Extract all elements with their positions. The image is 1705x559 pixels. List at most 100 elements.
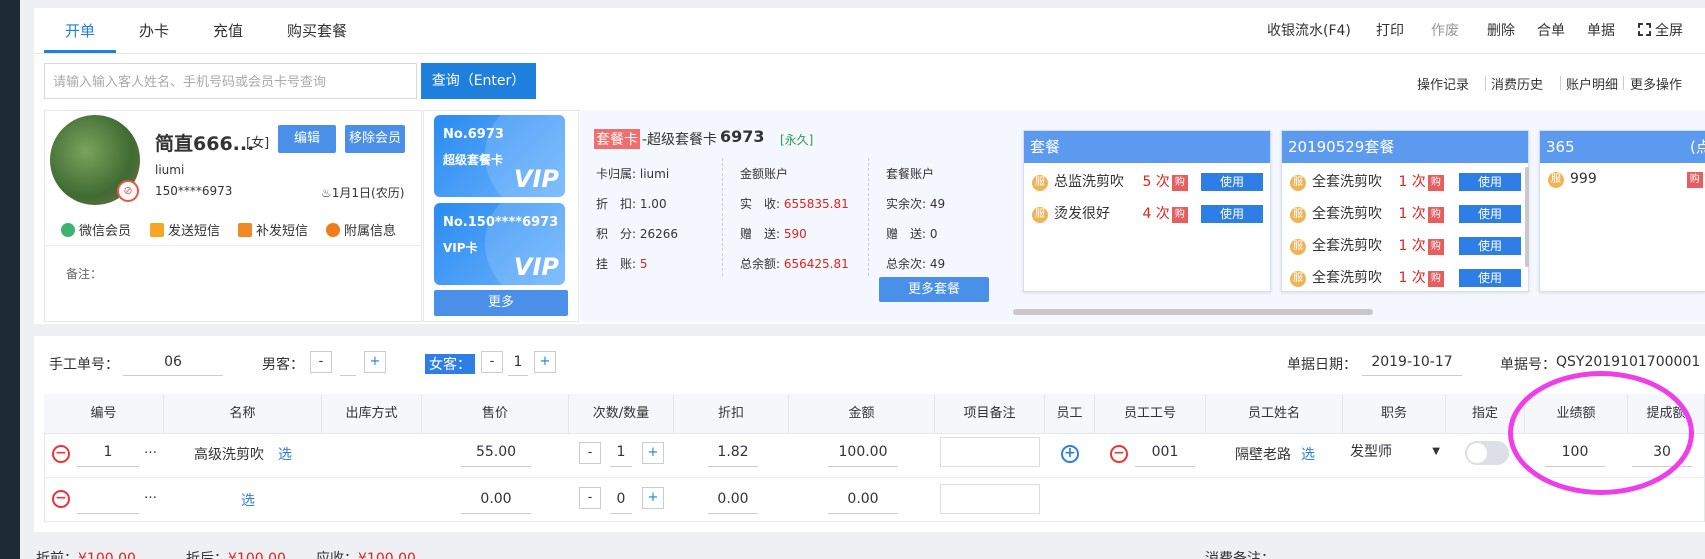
card-tag: 套餐卡: [594, 129, 640, 149]
male-increment-button[interactable]: +: [364, 351, 386, 373]
credit-value: 5: [639, 257, 648, 271]
member-gender: [女]: [246, 136, 270, 151]
use-button[interactable]: 使用: [1201, 205, 1263, 223]
item-note-input[interactable]: [940, 437, 1040, 467]
search-input[interactable]: [44, 63, 417, 99]
search-button[interactable]: 查询（Enter）: [421, 63, 536, 99]
operation-log-link[interactable]: 操作记录: [1417, 74, 1469, 93]
female-count-input[interactable]: 1: [508, 348, 528, 376]
attached-info-link[interactable]: 附属信息: [326, 220, 396, 239]
card-points: 积 分: 26266: [596, 227, 679, 241]
more-icon[interactable]: …: [144, 442, 157, 457]
total-label: 总余额:: [740, 257, 781, 271]
buy-icon[interactable]: 购: [1171, 175, 1188, 191]
select-item-link[interactable]: 选: [278, 444, 292, 464]
account-detail-link[interactable]: 账户明细: [1566, 74, 1618, 93]
use-button[interactable]: 使用: [1459, 237, 1521, 255]
tab-kaidan[interactable]: 开单: [65, 20, 95, 41]
amount-input[interactable]: 0.00: [828, 484, 898, 514]
receipt-button[interactable]: 单据: [1587, 20, 1615, 40]
birthday-text: 1月1日(农历): [331, 186, 405, 200]
item-no-input[interactable]: [77, 484, 139, 514]
more-icon[interactable]: …: [144, 487, 157, 502]
package-item: 服烫发很好 4 次购: [1032, 203, 1188, 223]
role-select[interactable]: 发型师 ▼: [1350, 437, 1440, 467]
buy-icon[interactable]: 购: [1427, 175, 1444, 191]
use-button[interactable]: 使用: [1459, 173, 1521, 191]
edit-member-button[interactable]: 编辑: [278, 125, 336, 153]
qty-input[interactable]: 0: [610, 484, 632, 514]
designate-toggle[interactable]: [1465, 441, 1509, 465]
cashier-flow-button[interactable]: 收银流水(F4): [1267, 20, 1351, 40]
void-button[interactable]: 作废: [1431, 20, 1459, 40]
item-note-input[interactable]: [940, 484, 1040, 514]
use-button[interactable]: 使用: [1459, 269, 1521, 287]
bill-no-label: 单据号：: [1500, 357, 1556, 373]
total-value: 656425.81: [783, 257, 849, 271]
add-employee-icon[interactable]: +: [1061, 445, 1079, 463]
package-item: 服 999 购: [1548, 171, 1703, 188]
buy-icon[interactable]: 购: [1427, 239, 1444, 255]
more-actions-link[interactable]: 更多操作: [1630, 74, 1682, 93]
male-count-input[interactable]: [340, 348, 356, 376]
package-item: 服总监洗剪吹 5 次购: [1032, 171, 1188, 191]
package-item-times: 1 次: [1398, 174, 1426, 190]
remove-employee-icon[interactable]: −: [1110, 445, 1128, 463]
employee-no-input[interactable]: 001: [1135, 437, 1195, 467]
col-header: 折扣: [674, 394, 789, 434]
female-increment-button[interactable]: +: [534, 351, 556, 373]
horizontal-scrollbar[interactable]: [1013, 309, 1373, 315]
more-packages-button[interactable]: 更多套餐: [879, 277, 989, 302]
fullscreen-button[interactable]: 全屏: [1638, 20, 1683, 40]
female-guest-label: 女客：: [425, 354, 475, 374]
buy-icon[interactable]: 购: [1427, 271, 1444, 287]
use-button[interactable]: 使用: [1201, 173, 1263, 191]
consume-history-link[interactable]: 消费历史: [1491, 74, 1543, 93]
vip-badge: VIP: [513, 253, 559, 281]
tab-banka[interactable]: 办卡: [139, 20, 169, 41]
merge-button[interactable]: 合单: [1537, 20, 1565, 40]
resend-sms-link[interactable]: 补发短信: [238, 220, 308, 239]
qty-decrement-button[interactable]: -: [579, 487, 601, 509]
price-input[interactable]: 55.00: [461, 437, 531, 467]
remove-row-icon[interactable]: −: [52, 490, 70, 508]
unlink-icon[interactable]: ⊘: [117, 180, 139, 202]
buy-icon[interactable]: 购: [1427, 207, 1444, 223]
remove-member-button[interactable]: 移除会员: [345, 125, 405, 153]
send-sms-link[interactable]: 发送短信: [150, 220, 220, 239]
tab-buy-package[interactable]: 购买套餐: [287, 20, 347, 41]
vip-card-2[interactable]: No.150****6973 VIP卡 VIP: [434, 203, 565, 285]
item-no-input[interactable]: 1: [77, 437, 139, 467]
qty-input[interactable]: 1: [610, 437, 632, 467]
discount-input[interactable]: 0.00: [708, 484, 758, 514]
col-header: 名称: [164, 394, 322, 434]
buy-icon[interactable]: 购: [1171, 207, 1188, 223]
use-button[interactable]: 使用: [1459, 205, 1521, 223]
wechat-member-link[interactable]: 微信会员: [61, 220, 131, 239]
amount-input[interactable]: 100.00: [828, 437, 898, 467]
female-decrement-button[interactable]: -: [481, 351, 503, 373]
bill-date-input[interactable]: 2019-10-17: [1362, 348, 1462, 376]
manual-no-input[interactable]: 06: [123, 348, 223, 376]
qty-increment-button[interactable]: +: [642, 487, 664, 509]
package-box: 365 (点 服 999 购: [1539, 130, 1705, 292]
package-box: 套餐 服总监洗剪吹 5 次购 使用 服烫发很好 4 次购 使用: [1023, 130, 1271, 292]
buy-icon[interactable]: 购: [1686, 172, 1703, 188]
package-item-name: 全套洗剪吹: [1312, 174, 1382, 190]
delete-button[interactable]: 删除: [1487, 20, 1515, 40]
card-type: VIP卡: [443, 241, 478, 255]
select-employee-link[interactable]: 选: [1301, 444, 1315, 464]
tab-chongzhi[interactable]: 充值: [213, 20, 243, 41]
discount-input[interactable]: 1.82: [708, 437, 758, 467]
print-button[interactable]: 打印: [1376, 20, 1404, 40]
scrollbar[interactable]: [1525, 167, 1529, 267]
qty-decrement-button[interactable]: -: [579, 442, 601, 464]
remove-row-icon[interactable]: −: [52, 445, 70, 463]
vip-card-1[interactable]: No.6973 超级套餐卡 VIP: [434, 115, 565, 197]
qty-increment-button[interactable]: +: [642, 442, 664, 464]
price-input[interactable]: 0.00: [461, 484, 531, 514]
select-item-link[interactable]: 选: [241, 490, 255, 510]
male-decrement-button[interactable]: -: [310, 351, 332, 373]
more-cards-button[interactable]: 更多: [434, 290, 568, 316]
col-header: 员工: [1045, 394, 1095, 434]
